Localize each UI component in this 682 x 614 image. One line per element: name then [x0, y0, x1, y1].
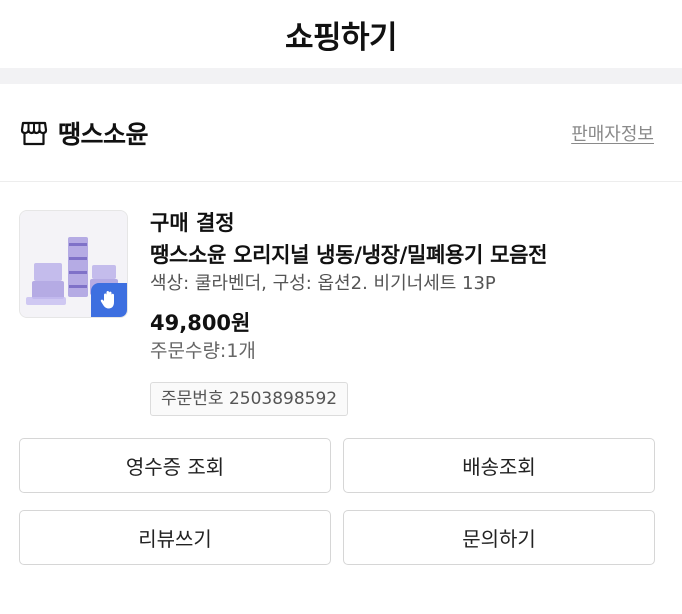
order-number: 주문번호 2503898592 [150, 382, 349, 416]
order-info: 구매 결정 땡스소윤 오리지널 냉동/냉장/밀폐용기 모음전 색상: 쿨라벤더,… [150, 210, 662, 438]
page-title: 쇼핑하기 [284, 19, 398, 56]
product-price: 49,800원 [150, 311, 251, 335]
store-row: 땡스소윤 판매자정보 [0, 84, 682, 182]
order-quantity: 주문수량:1개 [150, 340, 256, 362]
product-thumbnail[interactable] [19, 210, 128, 318]
action-buttons: 영수증 조회 배송조회 리뷰쓰기 문의하기 [0, 438, 682, 565]
write-review-button[interactable]: 리뷰쓰기 [19, 510, 331, 565]
inquiry-button[interactable]: 문의하기 [343, 510, 655, 565]
delivery-tracking-button[interactable]: 배송조회 [343, 438, 655, 493]
badge [91, 283, 127, 317]
store-icon [20, 121, 48, 145]
hand-icon [100, 291, 114, 309]
store-name: 땡스소윤 [58, 119, 149, 149]
receipt-button[interactable]: 영수증 조회 [19, 438, 331, 493]
seller-info-link[interactable]: 판매자정보 [571, 120, 654, 146]
store-header[interactable]: 땡스소윤 [20, 115, 149, 151]
order-status: 구매 결정 [150, 211, 235, 235]
product-option: 색상: 쿨라벤더, 구성: 옵션2. 비기너세트 13P [150, 273, 496, 294]
order-item: 구매 결정 땡스소윤 오리지널 냉동/냉장/밀폐용기 모음전 색상: 쿨라벤더,… [0, 182, 682, 438]
section-divider [0, 68, 682, 84]
app-header: 쇼핑하기 [0, 0, 682, 68]
product-name[interactable]: 땡스소윤 오리지널 냉동/냉장/밀폐용기 모음전 [150, 238, 662, 272]
